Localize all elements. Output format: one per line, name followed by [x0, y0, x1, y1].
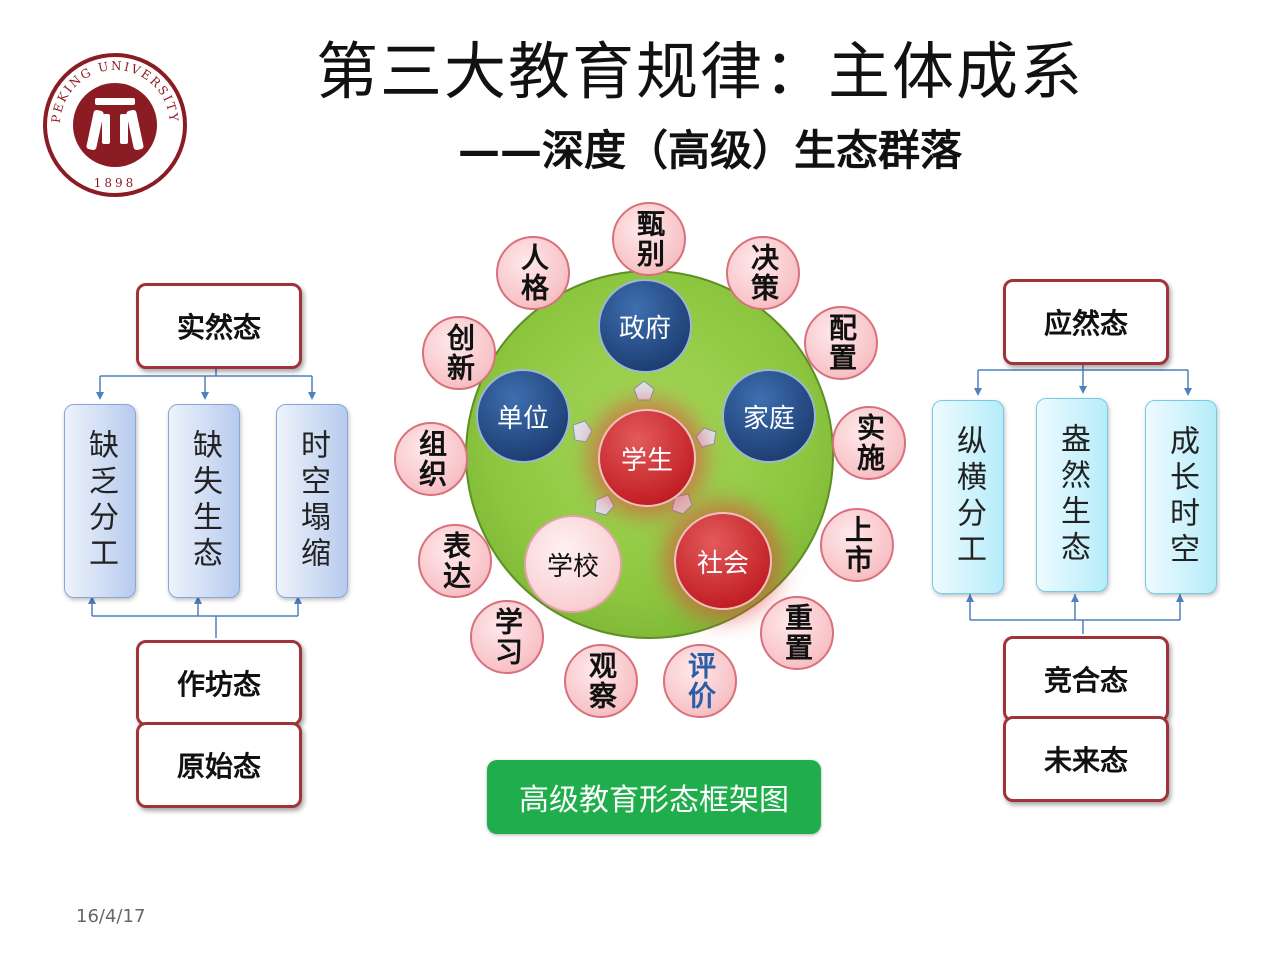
ring-implementation: 实施 — [832, 406, 906, 480]
node-school: 学校 — [524, 515, 622, 613]
ring-organization: 组织 — [394, 422, 468, 496]
ring-allocation: 配置 — [804, 306, 878, 380]
ring-screening: 甄别 — [612, 202, 686, 276]
ring-learning: 学习 — [470, 600, 544, 674]
node-student: 学生 — [598, 409, 696, 507]
ring-observation: 观察 — [564, 644, 638, 718]
ring-listing: 上市 — [820, 508, 894, 582]
ring-evaluation: 评价 — [663, 644, 737, 718]
ring-personality: 人格 — [496, 236, 570, 310]
slide-date: 16/4/17 — [76, 906, 146, 927]
node-society: 社会 — [674, 512, 772, 610]
node-employer: 单位 — [476, 369, 570, 463]
framework-diagram-button[interactable]: 高级教育形态框架图 — [487, 760, 821, 834]
ring-innovation: 创新 — [422, 316, 496, 390]
ring-reset: 重置 — [760, 596, 834, 670]
ring-decision: 决策 — [726, 236, 800, 310]
ring-expression: 表达 — [418, 524, 492, 598]
node-family: 家庭 — [722, 369, 816, 463]
node-government: 政府 — [598, 279, 692, 373]
